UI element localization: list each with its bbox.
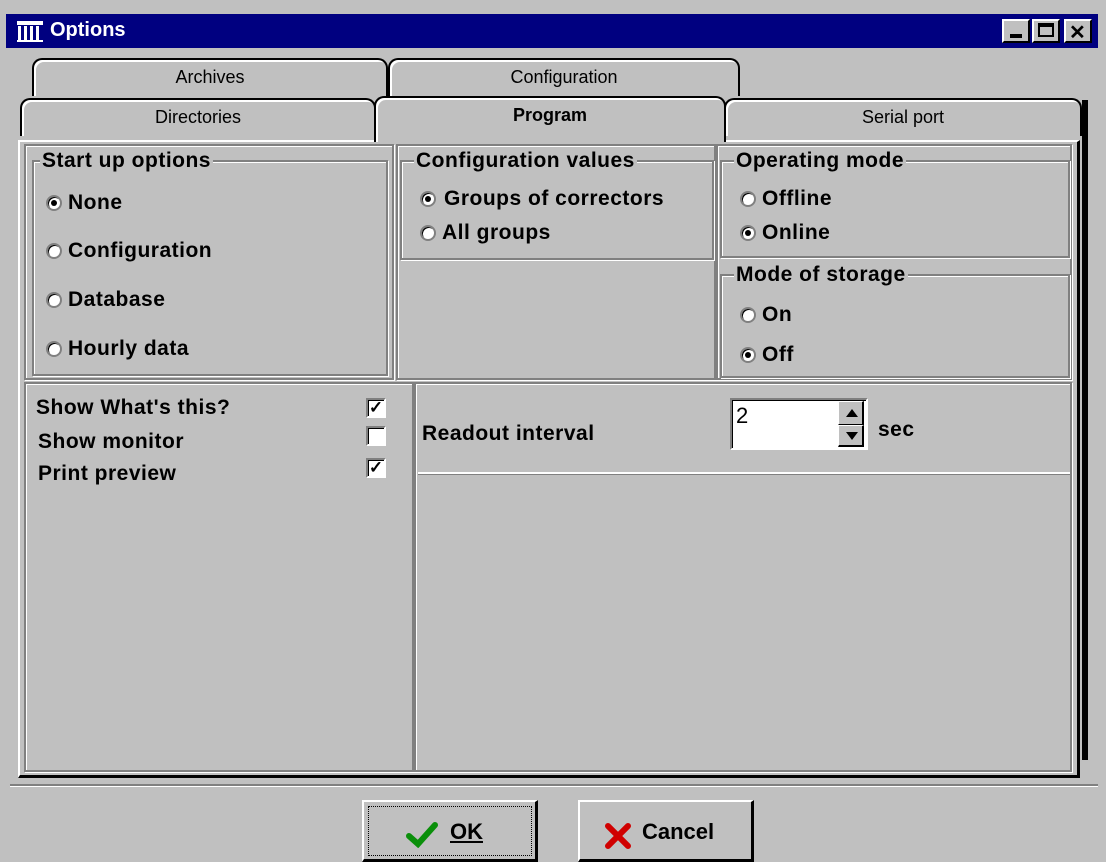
radio-label: Hourly data: [68, 337, 190, 360]
readout-interval-spinner[interactable]: 2: [730, 398, 868, 450]
radio-groups-of-correctors[interactable]: Groups of correctors: [420, 186, 710, 212]
radio-offline[interactable]: Offline: [740, 186, 940, 212]
tab-label: Program: [512, 105, 588, 125]
startup-section: Start up options None Configuration Data…: [24, 144, 394, 380]
ok-label: OK: [450, 819, 483, 844]
readout-row: Readout interval 2 sec: [418, 386, 1070, 474]
config-values-group-title: Configuration values: [414, 149, 637, 172]
radio-online[interactable]: Online: [740, 220, 940, 246]
mode-section: Operating mode Offline Online Mode of st…: [716, 144, 1072, 380]
ok-button[interactable]: OK: [362, 800, 538, 862]
show-whats-this-row[interactable]: Show What's this? ✓: [36, 396, 406, 422]
tab-directories[interactable]: Directories: [20, 98, 376, 136]
tab-archives[interactable]: Archives: [32, 58, 388, 96]
tab-serial-port[interactable]: Serial port: [724, 98, 1082, 136]
radio-storage-off[interactable]: Off: [740, 342, 940, 368]
startup-group-title: Start up options: [40, 149, 213, 172]
radio-button[interactable]: [46, 341, 62, 357]
minimize-icon: [1010, 34, 1022, 38]
radio-button[interactable]: [46, 292, 62, 308]
window-title: Options: [50, 19, 126, 41]
radio-label: Off: [762, 343, 794, 366]
radio-label: All groups: [442, 221, 551, 244]
cancel-label: Cancel: [642, 819, 715, 844]
tab-label: Archives: [175, 67, 245, 87]
checkbox-label: Show What's this?: [36, 396, 231, 419]
tab-program[interactable]: Program: [374, 96, 726, 142]
checkbox-label: Show monitor: [38, 430, 184, 453]
close-icon: ✕: [1069, 22, 1086, 44]
tab-configuration[interactable]: Configuration: [388, 58, 740, 96]
radio-button[interactable]: [740, 191, 756, 207]
checkmark-icon: [406, 822, 438, 848]
maximize-icon: [1038, 23, 1054, 37]
close-button[interactable]: ✕: [1064, 19, 1092, 44]
spinner-up-button[interactable]: [838, 401, 864, 425]
arrow-up-icon: [846, 409, 858, 417]
readout-section: Readout interval 2 sec: [414, 382, 1072, 772]
radio-label: Database: [68, 288, 166, 311]
title-bar[interactable]: Options ✕: [6, 14, 1098, 48]
tab-panel-shadow: [1082, 100, 1088, 760]
radio-button[interactable]: [740, 307, 756, 323]
radio-label: Groups of correctors: [444, 187, 665, 210]
operating-mode-title: Operating mode: [734, 149, 907, 172]
readout-interval-input[interactable]: 2: [736, 403, 748, 429]
storage-mode-title: Mode of storage: [734, 263, 908, 286]
options-dialog: Options ✕ Archives Configuration Directo…: [0, 0, 1106, 862]
show-monitor-row[interactable]: Show monitor: [38, 426, 408, 456]
readout-unit-label: sec: [878, 418, 915, 441]
radio-label: Offline: [762, 187, 832, 210]
checkbox-label: Print preview: [38, 462, 177, 485]
config-values-section: Configuration values Groups of corrector…: [396, 144, 716, 380]
radio-label: On: [762, 303, 793, 326]
print-preview-checkbox[interactable]: ✓: [366, 458, 386, 478]
cross-icon: [605, 823, 631, 849]
maximize-button[interactable]: [1032, 19, 1060, 43]
radio-button[interactable]: [420, 191, 436, 207]
radio-button[interactable]: [740, 225, 756, 241]
button-bar: OK Cancel: [10, 784, 1098, 862]
readout-interval-label: Readout interval: [422, 422, 595, 445]
radio-startup-hourly-data[interactable]: Hourly data: [46, 336, 266, 362]
print-preview-row[interactable]: Print preview ✓: [38, 458, 408, 488]
program-tab-panel: Start up options None Configuration Data…: [18, 140, 1080, 778]
show-monitor-checkbox[interactable]: [366, 426, 386, 446]
spinner-down-button[interactable]: [838, 425, 864, 447]
radio-all-groups[interactable]: All groups: [420, 220, 620, 246]
tab-label: Serial port: [861, 107, 945, 127]
radio-label: Online: [762, 221, 831, 244]
radio-button[interactable]: [740, 347, 756, 363]
radio-startup-none[interactable]: None: [46, 190, 246, 216]
cancel-button[interactable]: Cancel: [578, 800, 754, 862]
tab-label: Directories: [154, 107, 242, 127]
radio-button[interactable]: [46, 195, 62, 211]
checkbox-section: Show What's this? ✓ Show monitor Print p…: [24, 382, 414, 772]
radio-label: None: [68, 191, 123, 214]
radio-label: Configuration: [68, 239, 213, 262]
radio-button[interactable]: [46, 243, 62, 259]
app-icon: [16, 19, 44, 43]
minimize-button[interactable]: [1002, 19, 1030, 43]
radio-startup-database[interactable]: Database: [46, 287, 246, 313]
arrow-down-icon: [846, 432, 858, 440]
radio-storage-on[interactable]: On: [740, 302, 940, 328]
show-whats-this-checkbox[interactable]: ✓: [366, 398, 386, 418]
tab-label: Configuration: [510, 67, 618, 87]
radio-startup-configuration[interactable]: Configuration: [46, 238, 266, 264]
radio-button[interactable]: [420, 225, 436, 241]
